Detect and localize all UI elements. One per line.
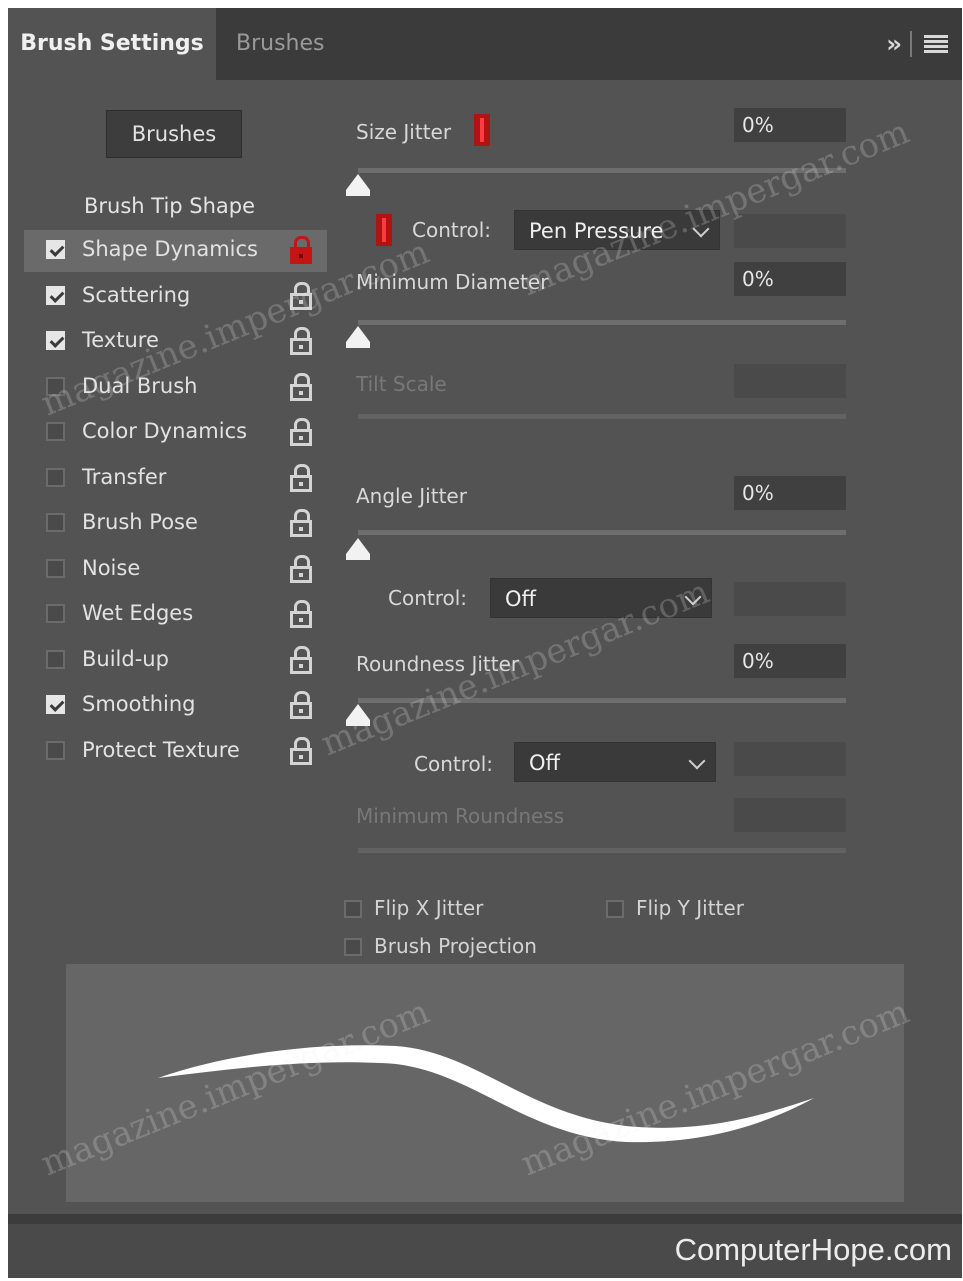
lock-icon[interactable]: [290, 418, 312, 446]
lock-icon[interactable]: [290, 555, 312, 583]
option-checkbox[interactable]: [46, 650, 65, 669]
flip-x-jitter-checkbox[interactable]: Flip X Jitter: [344, 896, 483, 920]
minimum-diameter-value[interactable]: 0%: [734, 262, 846, 296]
minimum-roundness-label: Minimum Roundness: [356, 804, 565, 828]
option-label: Smoothing: [82, 692, 196, 716]
tools-divider: [910, 31, 912, 57]
option-checkbox[interactable]: [46, 286, 65, 305]
minimum-diameter-slider[interactable]: [358, 320, 846, 325]
option-checkbox[interactable]: [46, 422, 65, 441]
minimum-roundness-value: [734, 798, 846, 832]
option-transfer[interactable]: Transfer: [24, 458, 327, 500]
warning-icon: [474, 114, 490, 146]
brush-projection-label: Brush Projection: [374, 934, 537, 958]
tilt-scale-value: [734, 364, 846, 398]
flip-y-jitter-checkbox[interactable]: Flip Y Jitter: [606, 896, 744, 920]
angle-jitter-value[interactable]: 0%: [734, 476, 846, 510]
control-label: Control:: [388, 586, 468, 610]
control-off-select[interactable]: Off: [514, 742, 716, 782]
warning-icon: [376, 214, 392, 246]
option-checkbox[interactable]: [46, 240, 65, 259]
option-brush-pose[interactable]: Brush Pose: [24, 503, 327, 545]
option-checkbox[interactable]: [46, 468, 65, 487]
tilt-scale-label: Tilt Scale: [356, 372, 447, 396]
select-value: Off: [529, 751, 560, 775]
option-noise[interactable]: Noise: [24, 549, 327, 591]
panel-tools: ››: [886, 30, 948, 58]
credit-text: ComputerHope.com: [674, 1232, 952, 1267]
brush-settings-panel: Brush Settings Brushes ›› Brushes Brush …: [8, 8, 962, 1278]
tab-brush-settings[interactable]: Brush Settings: [8, 8, 216, 80]
control-1-aux-field: [734, 214, 846, 248]
option-wet-edges[interactable]: Wet Edges: [24, 594, 327, 636]
lock-icon[interactable]: [290, 691, 312, 719]
option-label: Shape Dynamics: [82, 237, 258, 261]
footer-divider: [8, 1214, 962, 1224]
option-label: Scattering: [82, 283, 191, 307]
panel-menu-icon[interactable]: [924, 35, 948, 53]
lock-icon[interactable]: [290, 464, 312, 492]
option-label: Transfer: [82, 465, 167, 489]
option-smoothing[interactable]: Smoothing: [24, 685, 327, 727]
option-label: Brush Pose: [82, 510, 198, 534]
option-label: Build-up: [82, 647, 169, 671]
brushes-button[interactable]: Brushes: [106, 110, 242, 158]
option-checkbox[interactable]: [46, 559, 65, 578]
option-shape-dynamics[interactable]: Shape Dynamics: [24, 230, 327, 272]
option-checkbox[interactable]: [46, 695, 65, 714]
option-label: Wet Edges: [82, 601, 194, 625]
brush-projection-checkbox[interactable]: Brush Projection: [344, 934, 537, 958]
select-value: Off: [505, 587, 536, 611]
minimum-roundness-slider: [358, 848, 846, 853]
size-jitter-value[interactable]: 0%: [734, 108, 846, 142]
tab-bar: Brush Settings Brushes ››: [8, 8, 962, 80]
option-label: Noise: [82, 556, 141, 580]
tilt-scale-slider: [358, 414, 846, 419]
option-color-dynamics[interactable]: Color Dynamics: [24, 412, 327, 454]
minimum-diameter-slider-thumb[interactable]: [346, 326, 370, 348]
angle-jitter-label: Angle Jitter: [356, 484, 467, 508]
option-checkbox[interactable]: [46, 604, 65, 623]
size-jitter-label: Size Jitter: [356, 120, 452, 144]
control-3-aux-field: [734, 742, 846, 776]
lock-icon[interactable]: [290, 327, 312, 355]
flip-x-label: Flip X Jitter: [374, 896, 484, 920]
lock-icon[interactable]: [290, 737, 312, 765]
control-label: Control:: [414, 752, 494, 776]
option-checkbox[interactable]: [46, 513, 65, 532]
checkbox: [606, 900, 624, 918]
option-protect-texture[interactable]: Protect Texture: [24, 731, 327, 773]
option-checkbox[interactable]: [46, 331, 65, 350]
control-2-aux-field: [734, 582, 846, 616]
chevron-down-icon: [688, 752, 706, 770]
option-build-up[interactable]: Build-up: [24, 640, 327, 682]
option-label: Protect Texture: [82, 738, 240, 762]
red-lock-icon[interactable]: [290, 236, 312, 264]
checkbox: [344, 938, 362, 956]
lock-icon[interactable]: [290, 646, 312, 674]
watermark: magazine.impergar.com: [515, 111, 915, 305]
angle-jitter-slider-thumb[interactable]: [346, 538, 370, 560]
option-checkbox[interactable]: [46, 741, 65, 760]
control-label: Control:: [412, 218, 492, 242]
lock-icon[interactable]: [290, 600, 312, 628]
expand-panel-icon[interactable]: ››: [886, 30, 902, 58]
brush-tip-shape-item[interactable]: Brush Tip Shape: [84, 194, 255, 218]
roundness-jitter-value[interactable]: 0%: [734, 644, 846, 678]
option-label: Color Dynamics: [82, 419, 248, 443]
lock-icon[interactable]: [290, 373, 312, 401]
angle-jitter-slider[interactable]: [358, 530, 846, 535]
checkbox: [344, 900, 362, 918]
flip-y-label: Flip Y Jitter: [636, 896, 744, 920]
size-jitter-slider-thumb[interactable]: [346, 174, 370, 196]
lock-icon[interactable]: [290, 509, 312, 537]
tab-brushes[interactable]: Brushes: [236, 8, 324, 80]
